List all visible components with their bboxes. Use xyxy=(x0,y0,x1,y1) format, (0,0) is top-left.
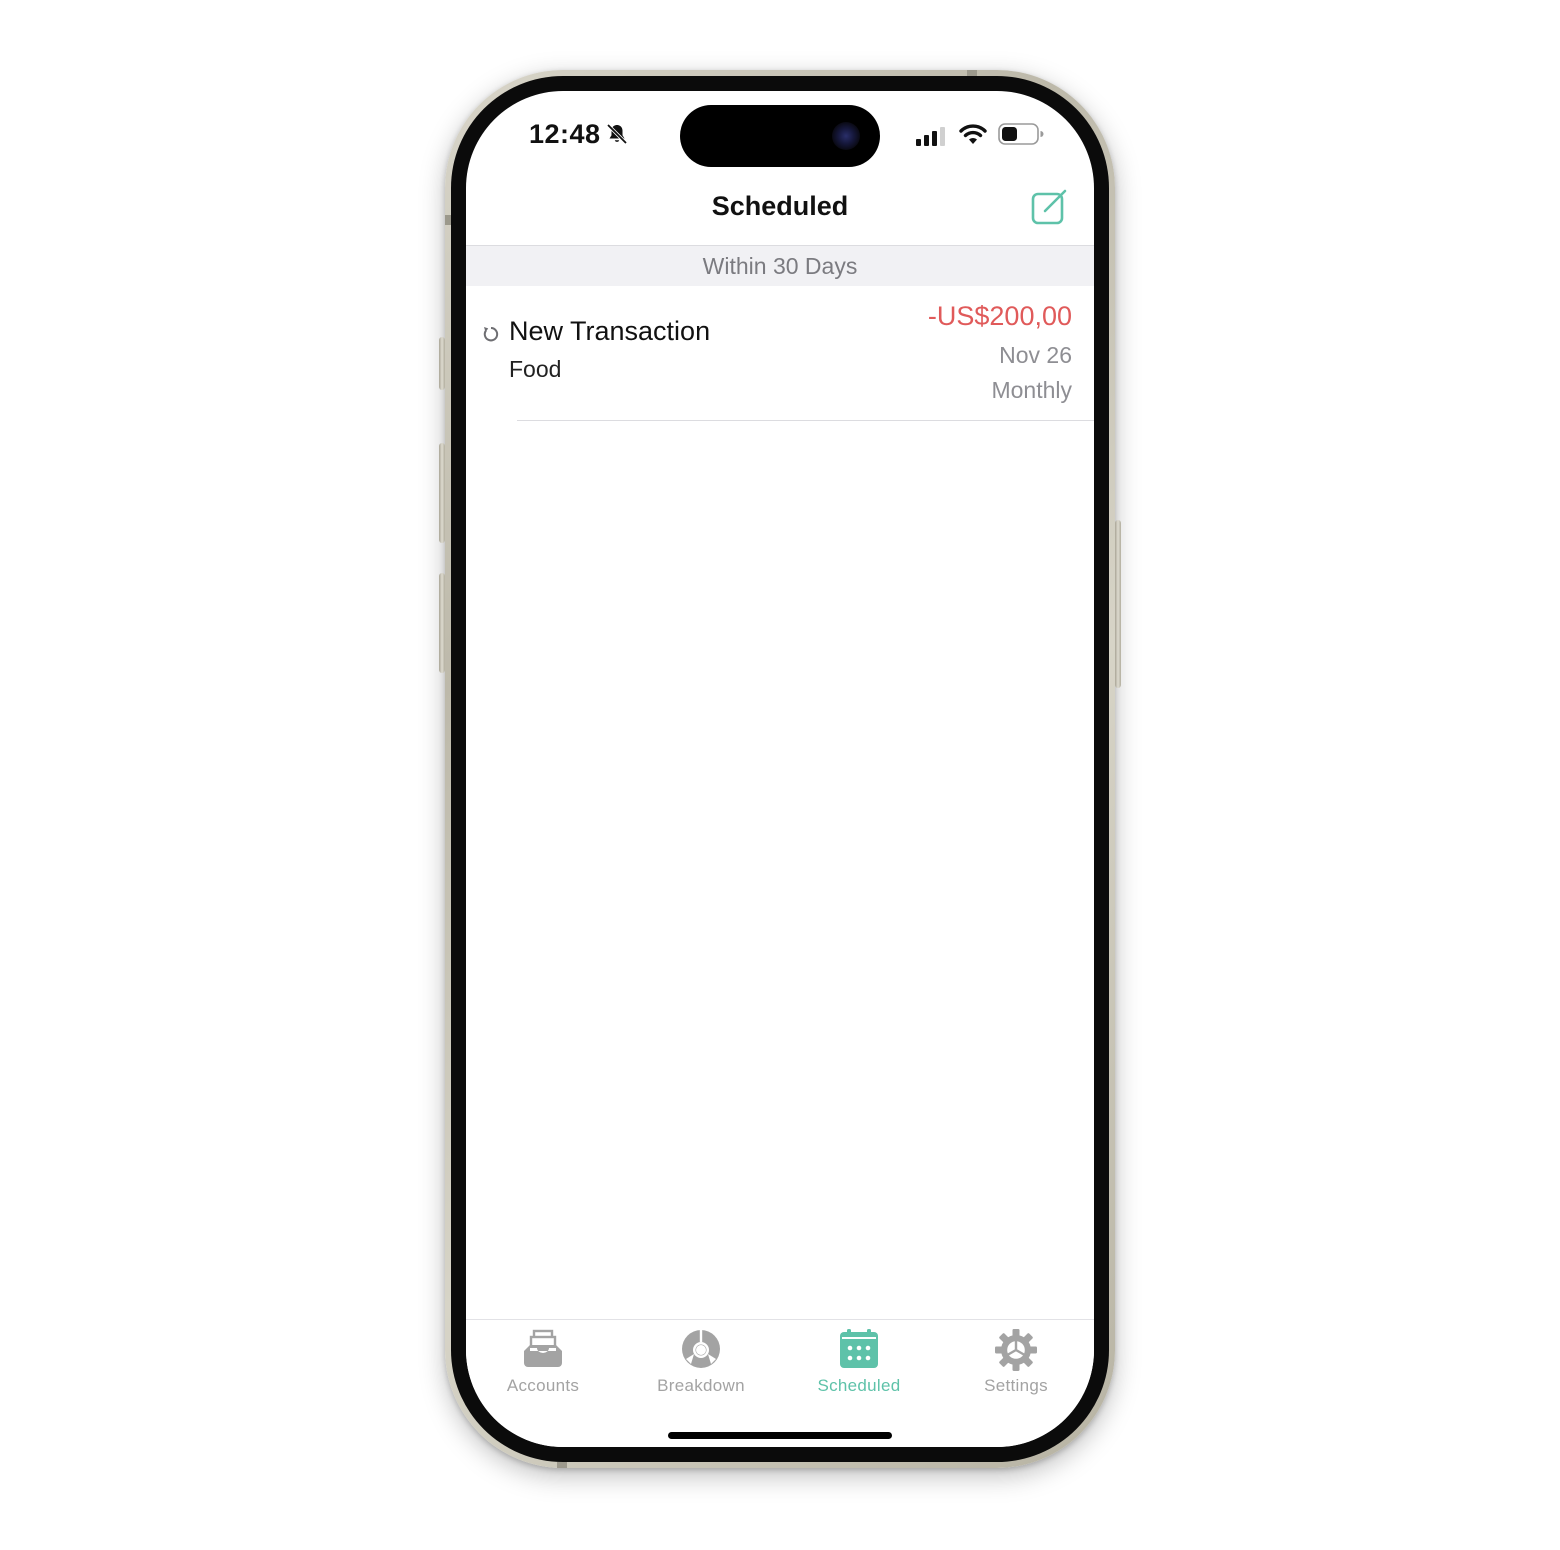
tab-bar: Accounts Breakdown Scheduled Settings xyxy=(466,1319,1094,1447)
calendar-icon xyxy=(840,1329,878,1368)
compose-button[interactable] xyxy=(1031,188,1069,226)
transaction-title: New Transaction xyxy=(509,316,711,346)
volume-down-button xyxy=(439,573,445,673)
screen: 12:48 Scheduled Within 30 Days New Trans… xyxy=(466,91,1094,1447)
gear-icon xyxy=(995,1329,1037,1371)
power-button xyxy=(1115,520,1121,688)
transaction-category: Food xyxy=(509,356,562,382)
volume-up-button xyxy=(439,443,445,543)
dynamic-island xyxy=(680,105,880,167)
bell-slash-icon xyxy=(606,123,628,145)
transaction-amount: -US$200,00 xyxy=(927,301,1072,331)
page-title: Scheduled xyxy=(711,191,849,221)
scheduled-transaction-row[interactable]: New Transaction Food -US$200,00 Nov 26 M… xyxy=(466,286,1094,421)
tab-breakdown[interactable]: Breakdown xyxy=(626,1320,776,1410)
bezel: 12:48 Scheduled Within 30 Days New Trans… xyxy=(451,76,1109,1462)
pie-chart-icon xyxy=(682,1330,720,1368)
transaction-date: Nov 26 xyxy=(999,342,1072,368)
tray-icon xyxy=(524,1329,562,1367)
tab-label: Accounts xyxy=(506,1376,580,1395)
wifi-icon xyxy=(959,124,987,144)
tab-label: Settings xyxy=(984,1376,1048,1395)
battery-icon xyxy=(998,123,1044,145)
antenna-band xyxy=(557,1462,567,1468)
phone-frame: 12:48 Scheduled Within 30 Days New Trans… xyxy=(445,70,1115,1468)
tab-label: Breakdown xyxy=(657,1376,745,1395)
tab-scheduled[interactable]: Scheduled xyxy=(784,1320,934,1410)
tab-settings[interactable]: Settings xyxy=(941,1320,1091,1410)
tab-accounts[interactable]: Accounts xyxy=(468,1320,618,1410)
camera-icon xyxy=(832,122,860,150)
repeat-icon xyxy=(483,327,499,342)
home-indicator[interactable] xyxy=(668,1432,892,1439)
transaction-frequency: Monthly xyxy=(991,377,1072,403)
status-time: 12:48 xyxy=(529,119,601,149)
section-header: Within 30 Days xyxy=(466,245,1094,286)
compose-icon xyxy=(1031,189,1067,225)
row-separator xyxy=(517,420,1094,421)
cellular-signal-icon xyxy=(916,127,945,146)
tab-label: Scheduled xyxy=(817,1376,901,1395)
action-button xyxy=(439,337,445,390)
